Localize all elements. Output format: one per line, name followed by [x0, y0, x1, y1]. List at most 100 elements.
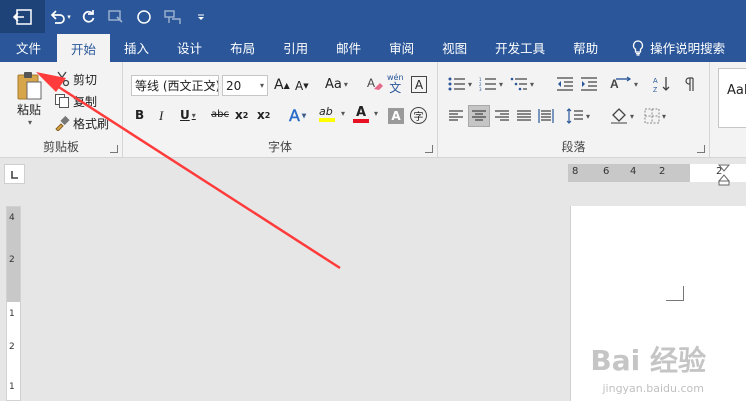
align-right-button[interactable]	[494, 110, 510, 122]
font-name-dropdown-icon: ▾	[210, 81, 215, 90]
watermark-url: jingyan.baidu.com	[602, 382, 704, 395]
font-name-combo[interactable]: 等线 (西文正文) ▾	[131, 75, 219, 96]
clipboard-group-label: 剪贴板	[42, 140, 79, 154]
sort-button[interactable]: AZ	[653, 75, 671, 93]
cut-button[interactable]: 剪切	[54, 70, 97, 88]
format-painter-button[interactable]: 格式刷	[54, 114, 109, 132]
tab-design[interactable]: 设计	[163, 33, 216, 62]
pilcrow-icon	[685, 77, 694, 91]
paint-bucket-icon	[611, 108, 627, 124]
superscript-button[interactable]: x2	[257, 108, 270, 122]
format-painter-icon[interactable]	[157, 0, 189, 33]
increase-indent-button[interactable]	[580, 77, 598, 91]
strikethrough-button[interactable]: abc	[211, 109, 229, 120]
copy-label: 复制	[73, 94, 98, 109]
ruler-tick: 1	[9, 309, 15, 319]
subscript-button[interactable]: x2	[235, 108, 248, 122]
ruler-tick: 2	[9, 342, 15, 352]
tab-file[interactable]: 文件	[0, 33, 57, 62]
touch-mode-icon[interactable]	[101, 0, 131, 33]
undo-icon[interactable]: ▾	[45, 0, 75, 33]
tab-insert[interactable]: 插入	[110, 33, 163, 62]
align-center-button[interactable]	[468, 105, 490, 127]
numbering-dropdown-icon: ▾	[499, 79, 504, 89]
font-color-dropdown[interactable]: ▾	[372, 109, 378, 118]
paintbrush-icon	[55, 115, 70, 131]
indent-marker-icon[interactable]	[718, 164, 730, 186]
sort-icon: AZ	[653, 77, 670, 93]
circle-shape-icon[interactable]	[131, 0, 157, 33]
change-case-button[interactable]: Aa ▾	[325, 77, 348, 92]
highlight-dropdown[interactable]: ▾	[339, 109, 345, 118]
tab-home[interactable]: 开始	[57, 34, 111, 62]
numbering-button[interactable]: 1 2 3 ▾	[479, 77, 503, 91]
tell-me-label: 操作说明搜索	[650, 41, 726, 56]
subscript-mark: 2	[242, 110, 249, 120]
asian-layout-dropdown-icon: ▾	[634, 79, 639, 89]
ruler-tick: 4	[630, 166, 637, 177]
clear-formatting-button[interactable]: A	[366, 75, 384, 93]
tab-help[interactable]: 帮助	[559, 33, 612, 62]
bullets-icon	[448, 77, 465, 91]
show-hide-marks-button[interactable]	[684, 77, 696, 91]
bold-button[interactable]: B	[135, 108, 144, 122]
character-border-button[interactable]: A	[411, 76, 427, 93]
change-case-dropdown-icon: ▾	[343, 80, 348, 89]
tab-layout[interactable]: 布局	[216, 33, 269, 62]
svg-text:Z: Z	[653, 87, 658, 93]
ribbon: 粘贴 ▾ 剪切 复制 格式刷 剪贴板 等线 (西文正文) ▾ 20 ▾ A ▲ A…	[0, 62, 746, 158]
italic-button[interactable]: I	[159, 108, 163, 124]
line-spacing-button[interactable]: ▾	[566, 108, 590, 124]
redo-icon[interactable]	[75, 0, 101, 33]
grow-font-button[interactable]: A ▲	[274, 77, 290, 93]
ruler-tick: 8	[572, 166, 579, 177]
paste-button[interactable]: 粘贴 ▾	[10, 70, 48, 132]
justify-button[interactable]	[516, 110, 532, 122]
font-size-combo[interactable]: 20 ▾	[222, 75, 268, 96]
font-launcher-icon[interactable]	[425, 145, 433, 153]
align-left-button[interactable]	[448, 110, 464, 122]
align-right-icon	[495, 110, 509, 121]
back-icon[interactable]	[0, 0, 45, 33]
tab-developer[interactable]: 开发工具	[481, 33, 559, 62]
vertical-ruler[interactable]: 4 2 1 2 1	[6, 206, 21, 401]
decrease-indent-button[interactable]	[556, 77, 574, 91]
horizontal-ruler[interactable]: 8 6 4 2 2	[568, 164, 746, 186]
highlight-button[interactable]: ab	[319, 106, 335, 122]
tab-view[interactable]: 视图	[428, 33, 481, 62]
font-color-button[interactable]: A	[353, 106, 369, 123]
phonetic-guide-button[interactable]: wén 文	[387, 72, 404, 94]
tab-selector[interactable]	[4, 164, 25, 184]
borders-button[interactable]: ▾	[644, 108, 666, 124]
bold-label: B	[135, 108, 145, 122]
style-normal-preview[interactable]: AaI	[718, 68, 746, 128]
document-page[interactable]: Bai 经验 jingyan.baidu.com	[570, 206, 746, 401]
tab-mailings[interactable]: 邮件	[322, 33, 375, 62]
distributed-button[interactable]	[538, 108, 554, 124]
align-left-icon	[449, 110, 463, 121]
tell-me-search[interactable]: 操作说明搜索	[618, 33, 739, 62]
customize-qat-icon[interactable]	[189, 0, 213, 33]
tab-references[interactable]: 引用	[269, 33, 322, 62]
multilevel-list-button[interactable]: ▾	[510, 77, 534, 91]
paste-dropdown-icon: ▾	[27, 118, 32, 127]
ruler-tick: 6	[603, 166, 610, 177]
asian-layout-button[interactable]: A ▾	[610, 76, 638, 92]
clipboard-launcher-icon[interactable]	[110, 145, 118, 153]
svg-text:A: A	[367, 76, 375, 90]
character-shading-button[interactable]: A	[388, 108, 404, 124]
shading-button[interactable]: ▾	[610, 107, 634, 125]
paragraph-group: ▾ 1 2 3 ▾ ▾ A ▾ AZ ▾ ▾ ▾ 段落	[438, 62, 710, 158]
tab-review[interactable]: 审阅	[375, 33, 428, 62]
underline-dropdown-icon: ▾	[191, 110, 196, 120]
underline-button[interactable]: U ▾	[180, 108, 196, 122]
ruler-tick: 4	[9, 213, 15, 223]
shrink-font-label: A	[295, 79, 304, 93]
enclose-characters-button[interactable]: 字	[410, 107, 427, 124]
shrink-font-button[interactable]: A ▼	[295, 79, 309, 93]
enclose-characters-label: 字	[413, 112, 424, 123]
paragraph-launcher-icon[interactable]	[697, 145, 705, 153]
bullets-button[interactable]: ▾	[448, 77, 472, 91]
text-effects-button[interactable]: A ▾	[289, 106, 306, 126]
copy-button[interactable]: 复制	[54, 92, 97, 110]
